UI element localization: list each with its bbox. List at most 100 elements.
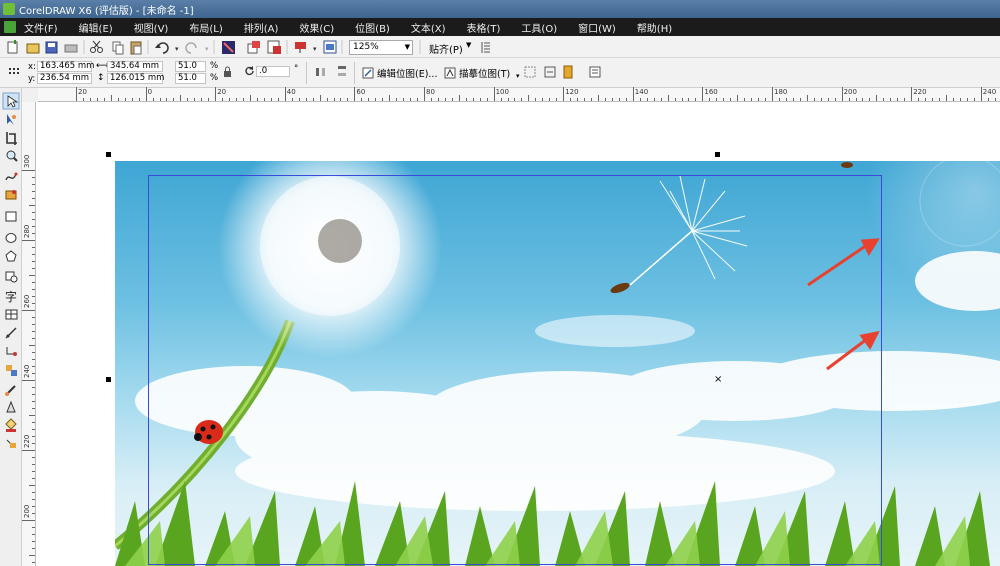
ruler-label: 20 [78, 88, 87, 96]
ruler-minor-tick [500, 98, 502, 101]
menu-edit[interactable]: 编辑(E) [79, 20, 113, 35]
shape-tool-icon[interactable] [7, 114, 16, 125]
menu-file[interactable]: 文件(F) [24, 20, 58, 35]
ruler-minor-tick [730, 98, 732, 101]
selection-handle-top-left[interactable] [106, 152, 111, 157]
ruler-minor-tick [29, 275, 35, 276]
ruler-minor-tick [556, 98, 558, 101]
fill-tool-icon[interactable] [5, 418, 17, 432]
crop-bitmap-icon[interactable] [524, 66, 536, 78]
connector-tool-icon[interactable] [6, 347, 17, 356]
new-document-icon[interactable] [7, 40, 18, 54]
ruler-minor-tick [32, 457, 35, 458]
ruler-minor-tick [82, 98, 84, 101]
bitmap-color-mask-icon[interactable] [563, 65, 573, 79]
text-tool-icon[interactable]: 字 [5, 289, 17, 304]
ruler-minor-tick [904, 98, 906, 101]
document-icon[interactable] [4, 21, 16, 33]
menu-bitmaps[interactable]: 位图(B) [355, 20, 390, 35]
width-field[interactable]: 345.64 mm [107, 61, 163, 72]
menu-tools[interactable]: 工具(O) [521, 20, 557, 35]
paste-icon[interactable] [130, 41, 142, 55]
object-origin-icon[interactable] [0, 58, 30, 88]
cut-icon[interactable] [90, 40, 103, 53]
undo-icon[interactable] [155, 42, 169, 54]
property-separator [306, 62, 307, 84]
copy-icon[interactable] [112, 41, 124, 55]
ruler-major-tick [145, 87, 147, 101]
print-icon[interactable] [64, 44, 78, 53]
drawing-canvas[interactable]: × [38, 102, 1000, 566]
ruler-label: 280 [23, 224, 31, 238]
menu-window[interactable]: 窗口(W) [578, 20, 616, 35]
crop-tool-icon[interactable] [6, 132, 17, 145]
publish-pdf-icon[interactable] [267, 40, 281, 54]
freehand-tool-icon[interactable] [5, 172, 18, 181]
save-icon[interactable] [45, 41, 58, 54]
lock-ratio-icon[interactable] [222, 66, 234, 78]
ruler-minor-tick [410, 98, 412, 101]
ruler-minor-tick [347, 98, 349, 101]
menu-table[interactable]: 表格(T) [467, 20, 501, 35]
rotation-angle-field[interactable]: .0 [256, 66, 290, 77]
menu-view[interactable]: 视图(V) [134, 20, 169, 35]
height-field[interactable]: 126.015 mm [107, 73, 164, 84]
undo-dropdown-icon[interactable]: ▾ [175, 45, 179, 53]
ruler-minor-tick [639, 98, 641, 101]
selection-center-mark[interactable]: × [714, 374, 722, 385]
menu-text[interactable]: 文本(X) [411, 20, 446, 35]
ruler-minor-tick [869, 98, 871, 101]
ruler-minor-tick [32, 464, 35, 465]
ellipse-tool-icon[interactable] [5, 233, 17, 243]
options-icon[interactable] [481, 42, 490, 53]
scale-y-field[interactable]: 51.0 [175, 73, 206, 84]
ruler-minor-tick [751, 98, 753, 101]
zoom-dropdown-icon[interactable]: ▼ [405, 41, 410, 54]
snap-to-button[interactable]: 贴齐(P) [429, 41, 463, 56]
launcher-dropdown-icon[interactable]: ▾ [313, 45, 317, 53]
redo-dropdown-icon[interactable]: ▾ [205, 45, 209, 53]
export-icon[interactable] [247, 41, 260, 54]
resample-icon[interactable] [544, 66, 556, 78]
basic-shapes-tool-icon[interactable] [5, 271, 18, 283]
trace-bitmap-button[interactable]: 描摹位图(T) [444, 66, 510, 80]
toolbox-icons: 字 [2, 92, 20, 448]
interactive-fill-tool-icon[interactable] [6, 439, 16, 448]
selection-handle-middle-left[interactable] [106, 377, 111, 382]
horizontal-ruler[interactable]: 20 0 20 40 60 80 100 120 140 160 180 200 220 240 [38, 87, 1000, 102]
zoom-tool-icon[interactable] [6, 150, 18, 162]
snap-dropdown-icon[interactable]: ▼ [466, 41, 471, 49]
parallel-dimension-tool-icon[interactable] [5, 327, 17, 339]
mirror-vertical-icon[interactable] [338, 66, 346, 76]
table-tool-icon[interactable] [5, 309, 18, 320]
menu-arrange[interactable]: 排列(A) [244, 20, 279, 35]
scale-x-field[interactable]: 51.0 [175, 61, 206, 72]
application-launcher-icon[interactable] [295, 42, 306, 53]
menu-effects[interactable]: 效果(C) [299, 20, 334, 35]
welcome-screen-icon[interactable] [323, 40, 337, 54]
menu-help[interactable]: 帮助(H) [637, 20, 672, 35]
ruler-origin[interactable] [22, 88, 38, 102]
wrap-text-icon[interactable] [589, 66, 601, 78]
color-eyedropper-tool-icon[interactable] [5, 385, 16, 396]
outline-pen-tool-icon[interactable] [6, 400, 16, 413]
selection-handle-top-middle[interactable] [715, 152, 720, 157]
polygon-tool-icon[interactable] [5, 250, 17, 262]
blend-tool-icon[interactable] [6, 365, 17, 376]
open-icon[interactable] [26, 43, 40, 54]
import-icon[interactable] [222, 41, 235, 54]
menu-layout[interactable]: 布局(L) [189, 20, 222, 35]
ruler-minor-tick [32, 191, 35, 192]
trace-dropdown-icon[interactable]: ▾ [516, 72, 520, 80]
smart-fill-tool-icon[interactable] [5, 190, 17, 200]
x-position-field[interactable]: 163.465 mm [37, 61, 94, 72]
rectangle-tool-icon[interactable] [5, 211, 17, 222]
mirror-horizontal-icon[interactable] [316, 68, 325, 76]
vertical-ruler[interactable]: 300 280 260 240 220 200 [21, 102, 36, 566]
y-position-field[interactable]: 236.54 mm [37, 73, 92, 84]
ruler-minor-tick [32, 436, 35, 437]
zoom-level-combo[interactable]: 125% ▼ [349, 40, 413, 55]
ruler-minor-tick [827, 98, 829, 101]
redo-icon[interactable] [185, 42, 197, 54]
edit-bitmap-button[interactable]: 编辑位图(E)... [362, 66, 437, 80]
